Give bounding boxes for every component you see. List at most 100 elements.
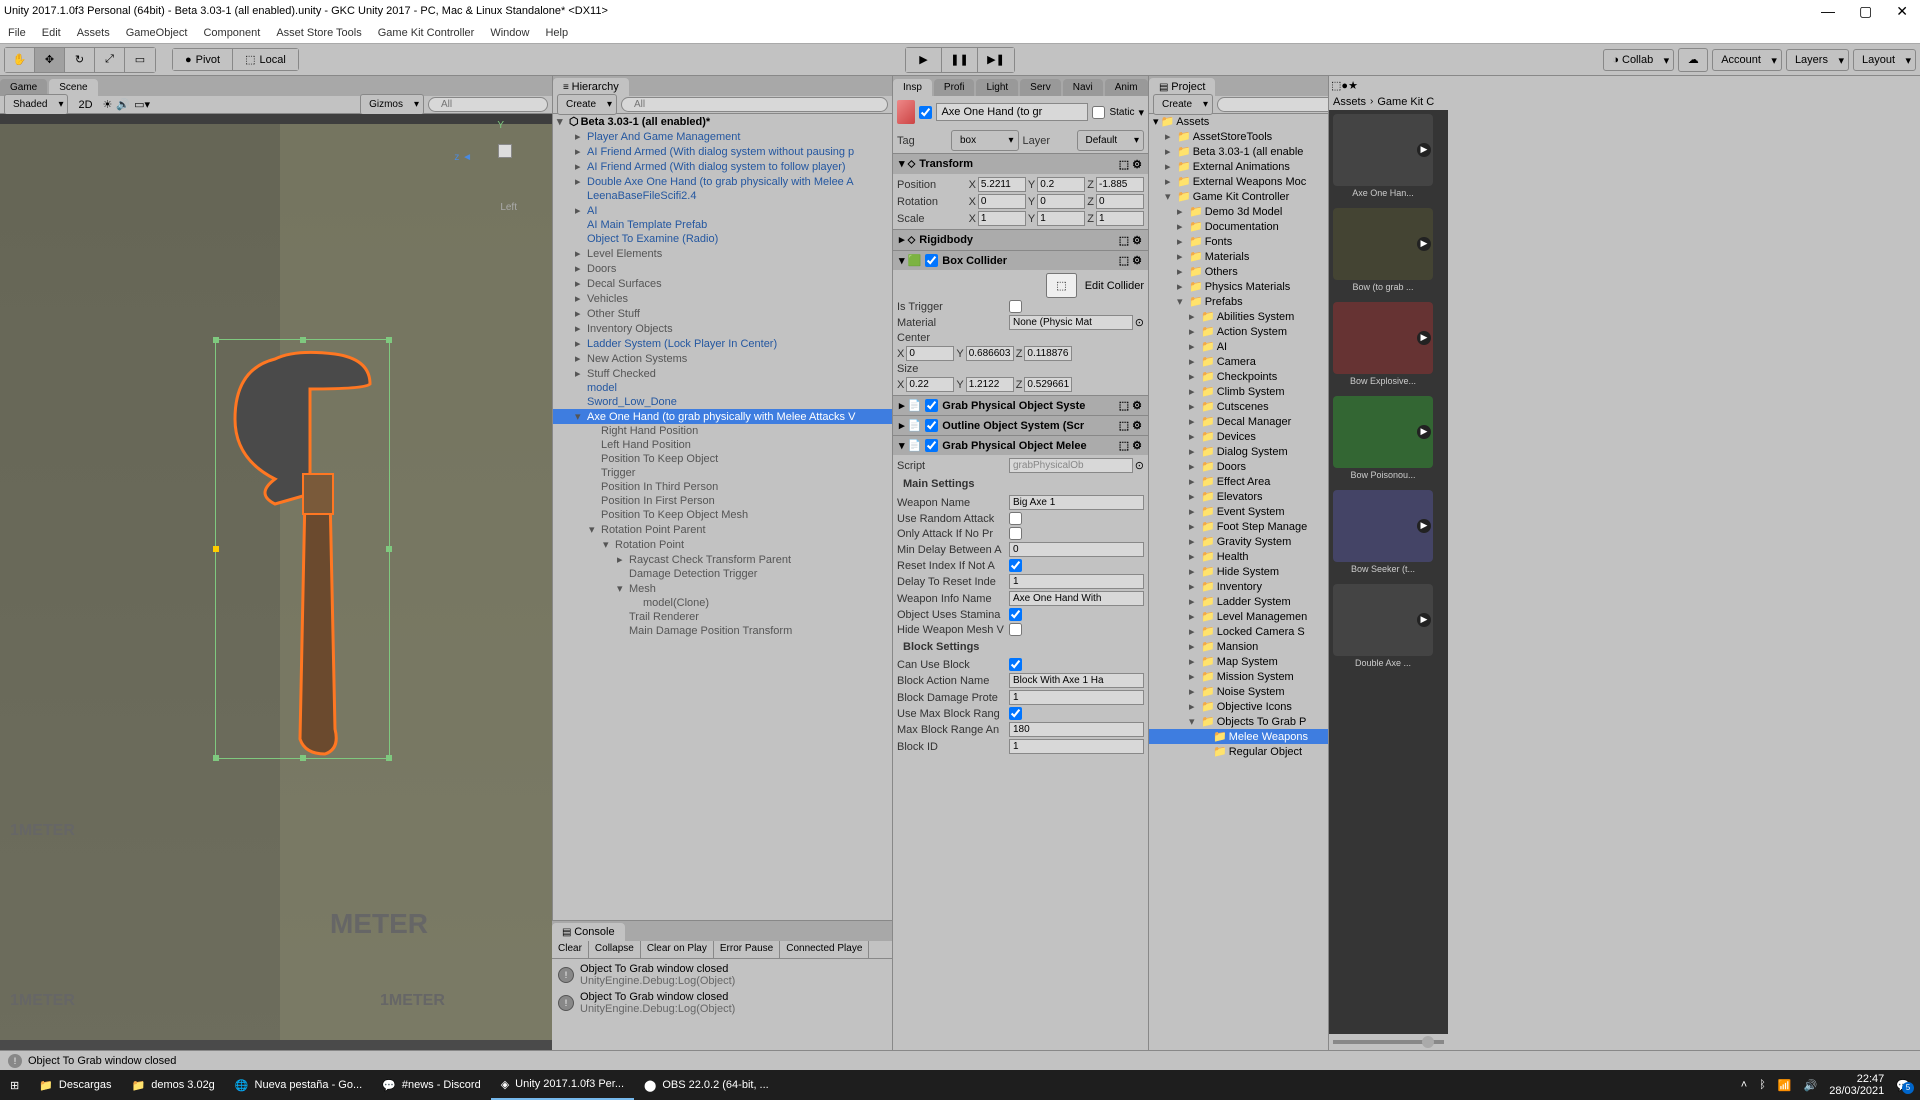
proj-item[interactable]: ▸📁 Dialog System	[1149, 444, 1328, 459]
fx-toggle[interactable]: ▭▾	[134, 98, 150, 111]
asset-item[interactable]: ▶Bow Seeker (t...	[1333, 490, 1433, 576]
proj-item[interactable]: ▸📁 Elevators	[1149, 489, 1328, 504]
tree-item[interactable]: ▸Stuff Checked	[553, 366, 892, 381]
tree-item[interactable]: Object To Examine (Radio)	[553, 232, 892, 246]
outline-system-header[interactable]: ▸ 📄 Outline Object System (Scr⬚ ⚙	[893, 415, 1148, 435]
size-z[interactable]	[1024, 377, 1072, 392]
edit-collider-button[interactable]: ⬚	[1046, 273, 1076, 298]
asset-tool-2[interactable]: ●	[1341, 80, 1348, 92]
menu-assetstoretools[interactable]: Asset Store Tools	[276, 27, 361, 39]
proj-item[interactable]: 📁 Regular Object	[1149, 744, 1328, 759]
tree-item[interactable]: model(Clone)	[553, 596, 892, 610]
close-button[interactable]: ✕	[1896, 3, 1908, 20]
tree-item[interactable]: ▸Raycast Check Transform Parent	[553, 552, 892, 567]
tree-item[interactable]: ▸Inventory Objects	[553, 321, 892, 336]
active-checkbox[interactable]	[919, 106, 932, 119]
proj-item[interactable]: ▸📁 Hide System	[1149, 564, 1328, 579]
center-z[interactable]	[1024, 346, 1072, 361]
scale-tool[interactable]: ⤢	[95, 48, 125, 72]
rot-y[interactable]	[1037, 194, 1085, 209]
menu-component[interactable]: Component	[203, 27, 260, 39]
proj-item[interactable]: ▸📁 Ladder System	[1149, 594, 1328, 609]
grab-system-header[interactable]: ▸ 📄 Grab Physical Object Syste⬚ ⚙	[893, 395, 1148, 415]
console-line[interactable]: ! Object To Grab window closedUnityEngin…	[554, 961, 890, 989]
menu-help[interactable]: Help	[545, 27, 568, 39]
proj-item[interactable]: ▸📁 Objective Icons	[1149, 699, 1328, 714]
console-clear[interactable]: Clear	[552, 941, 589, 958]
gizmos-dropdown[interactable]: Gizmos	[360, 94, 424, 115]
tray-volume[interactable]: 🔊	[1804, 1079, 1818, 1092]
max-block-input[interactable]	[1009, 722, 1144, 737]
pivot-toggle[interactable]: ●Pivot	[173, 49, 233, 70]
collab-dropdown[interactable]: ◑ Collab	[1603, 49, 1674, 71]
tree-item[interactable]: Damage Detection Trigger	[553, 567, 892, 581]
layer-dropdown[interactable]: Default	[1077, 130, 1145, 151]
trigger-checkbox[interactable]	[1009, 300, 1022, 313]
tray-wifi[interactable]: 📶	[1778, 1079, 1792, 1092]
center-x[interactable]	[906, 346, 954, 361]
tab-navigation[interactable]: Navi	[1063, 79, 1103, 96]
move-tool[interactable]: ✥	[35, 48, 65, 72]
tree-item[interactable]: Position To Keep Object Mesh	[553, 508, 892, 522]
asset-item[interactable]: ▶Double Axe ...	[1333, 584, 1433, 670]
pos-x[interactable]	[978, 177, 1026, 192]
hierarchy-tree[interactable]: ▾⬡ Beta 3.03-1 (all enabled)* ▸Player An…	[553, 114, 892, 920]
tree-item[interactable]: ▸Decal Surfaces	[553, 276, 892, 291]
scene-viewport[interactable]: Y z ◄ Left 1METER METER 1METER 1METER	[0, 114, 552, 1050]
light-toggle[interactable]: ☀	[103, 98, 113, 111]
block-damage-input[interactable]	[1009, 690, 1144, 705]
tree-item[interactable]: Main Damage Position Transform	[553, 624, 892, 638]
proj-item[interactable]: ▸📁 Noise System	[1149, 684, 1328, 699]
tree-item[interactable]: Position In Third Person	[553, 480, 892, 494]
tree-item[interactable]: Left Hand Position	[553, 438, 892, 452]
tree-item[interactable]: ▸AI Friend Armed (With dialog system to …	[553, 159, 892, 174]
tree-item[interactable]: ▸Other Stuff	[553, 306, 892, 321]
hand-tool[interactable]: ✋	[5, 48, 35, 72]
proj-item[interactable]: ▸📁 Level Managemen	[1149, 609, 1328, 624]
play-button[interactable]: ▶	[906, 48, 942, 72]
proj-item[interactable]: ▸📁 External Animations	[1149, 159, 1328, 174]
local-toggle[interactable]: ⬚Local	[233, 49, 298, 70]
minimize-button[interactable]: —	[1821, 3, 1835, 20]
boxcollider-header[interactable]: ▾ 🟩 Box Collider⬚ ⚙	[893, 250, 1148, 270]
tray-expand[interactable]: ˄	[1741, 1079, 1747, 1091]
menu-file[interactable]: File	[8, 27, 26, 39]
proj-item[interactable]: ▸📁 Event System	[1149, 504, 1328, 519]
block-id-input[interactable]	[1009, 739, 1144, 754]
scene-search[interactable]	[428, 97, 548, 112]
layers-dropdown[interactable]: Layers	[1786, 49, 1849, 71]
proj-item[interactable]: ▸📁 Beta 3.03-1 (all enable	[1149, 144, 1328, 159]
console-collapse[interactable]: Collapse	[589, 941, 641, 958]
hierarchy-create[interactable]: Create	[557, 94, 617, 115]
proj-item[interactable]: ▸📁 Inventory	[1149, 579, 1328, 594]
proj-item[interactable]: ▸📁 Fonts	[1149, 234, 1328, 249]
audio-toggle[interactable]: 🔊	[116, 98, 130, 111]
tree-item[interactable]: ▸Doors	[553, 261, 892, 276]
use-max-block-checkbox[interactable]	[1009, 707, 1022, 720]
proj-item[interactable]: ▸📁 Climb System	[1149, 384, 1328, 399]
2d-toggle[interactable]: 2D	[72, 97, 98, 113]
proj-item[interactable]: ▸📁 Effect Area	[1149, 474, 1328, 489]
rect-tool[interactable]: ▭	[125, 48, 155, 72]
menu-edit[interactable]: Edit	[42, 27, 61, 39]
menu-assets[interactable]: Assets	[77, 27, 110, 39]
proj-item[interactable]: ▸📁 Abilities System	[1149, 309, 1328, 324]
asset-item[interactable]: ▶Bow Explosive...	[1333, 302, 1433, 388]
account-dropdown[interactable]: Account	[1712, 49, 1782, 71]
tree-item[interactable]: Position In First Person	[553, 494, 892, 508]
asset-breadcrumb[interactable]: Assets › Game Kit C	[1329, 94, 1448, 110]
hide-mesh-checkbox[interactable]	[1009, 623, 1022, 636]
cloud-button[interactable]: ☁	[1678, 48, 1708, 72]
tree-item[interactable]: Trigger	[553, 466, 892, 480]
menu-gameobject[interactable]: GameObject	[126, 27, 188, 39]
asset-tool-1[interactable]: ⬚	[1331, 79, 1341, 92]
scale-y[interactable]	[1037, 211, 1085, 226]
scale-x[interactable]	[978, 211, 1026, 226]
layout-dropdown[interactable]: Layout	[1853, 49, 1916, 71]
tree-item[interactable]: Trail Renderer	[553, 610, 892, 624]
pos-y[interactable]	[1037, 177, 1085, 192]
proj-assets[interactable]: ▾ 📁 Assets	[1149, 114, 1328, 129]
tree-item[interactable]: LeenaBaseFileScifi2.4	[553, 189, 892, 203]
proj-item[interactable]: ▸📁 Locked Camera S	[1149, 624, 1328, 639]
tab-inspector[interactable]: Insp	[893, 79, 932, 96]
